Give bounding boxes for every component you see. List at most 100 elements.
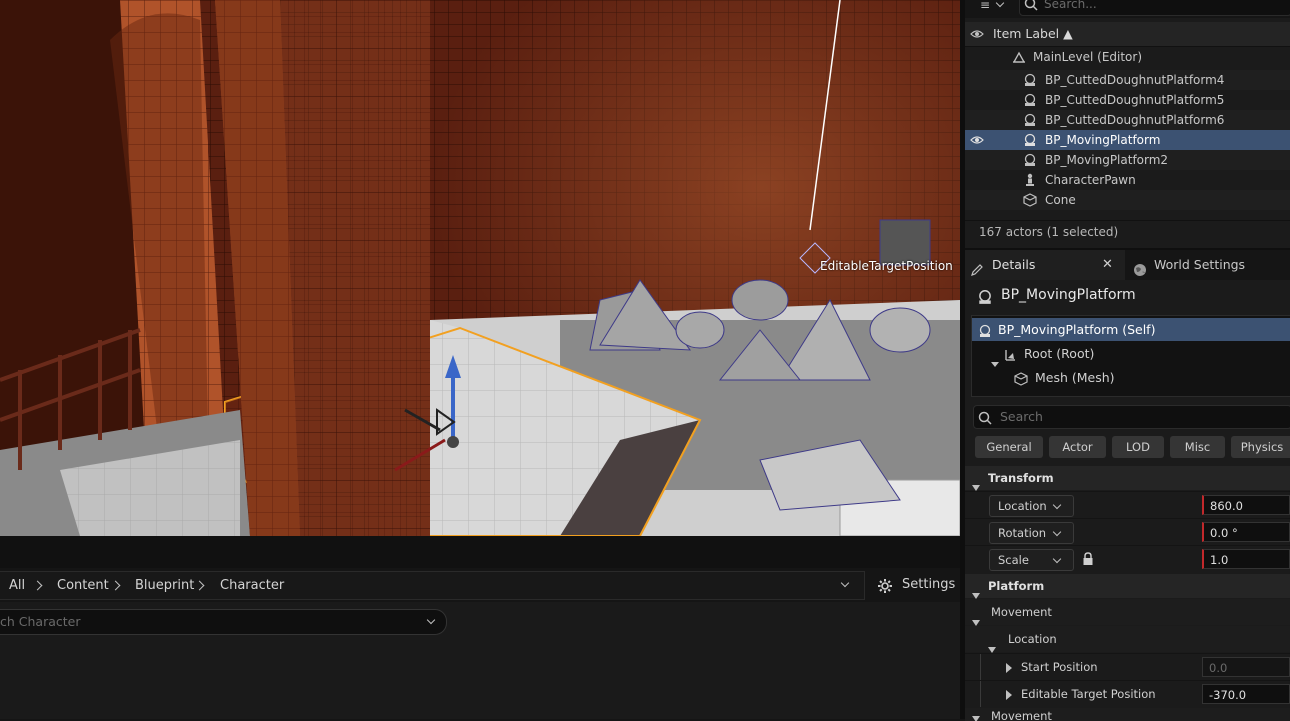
editable-target-position-field[interactable]: -370.0: [1202, 684, 1290, 704]
outliner-row-selected[interactable]: BP_MovingPlatform: [965, 130, 1290, 150]
component-self-label: BP_MovingPlatform (Self): [998, 322, 1156, 337]
world-outliner: ≡ Search... Item Label ▲ MainLevel (Edit…: [965, 0, 1290, 248]
blueprint-actor-icon: [1023, 133, 1037, 147]
chevron-down-icon: [1052, 500, 1062, 510]
globe-icon: [1133, 258, 1147, 288]
chevron-down-icon[interactable]: [426, 615, 436, 625]
blueprint-actor-icon: [1023, 113, 1037, 127]
content-browser-divider: [0, 536, 960, 568]
pawn-icon: [1023, 173, 1037, 187]
rotation-label: Rotation: [998, 526, 1047, 540]
start-position-row: Start Position 0.0: [965, 653, 1290, 680]
tree-guide: [980, 654, 981, 680]
static-mesh-icon: [1023, 193, 1037, 207]
search-icon: [978, 410, 992, 432]
scale-dropdown[interactable]: Scale: [989, 549, 1074, 571]
outliner-column-header[interactable]: Item Label ▲: [965, 22, 1290, 47]
outliner-row[interactable]: BP_MovingPlatform2: [965, 150, 1290, 170]
start-position-label: Start Position: [1021, 660, 1098, 674]
component-root-label: Root (Root): [1024, 346, 1095, 361]
component-root[interactable]: Root (Root): [972, 342, 1290, 367]
location-x-field[interactable]: 860.0: [1202, 495, 1290, 515]
editable-target-position-row: Editable Target Position -370.0: [965, 680, 1290, 707]
tree-guide: [980, 681, 981, 707]
rotation-dropdown[interactable]: Rotation: [989, 522, 1074, 544]
item-label-column[interactable]: Item Label ▲: [993, 26, 1073, 41]
pencil-icon: [970, 258, 984, 288]
actor-name[interactable]: BP_MovingPlatform: [1001, 287, 1136, 303]
chevron-down-icon: [972, 712, 980, 721]
scale-row: Scale 1.0: [965, 545, 1290, 572]
viewport-scene[interactable]: [0, 0, 960, 536]
tab-world-settings-label: World Settings: [1154, 257, 1246, 272]
search-icon: [1024, 0, 1038, 14]
tab-details[interactable]: Details ✕: [965, 250, 1125, 280]
outliner-row-label: CharacterPawn: [1045, 173, 1136, 187]
rotation-x-field[interactable]: 0.0 °: [1202, 522, 1290, 542]
filter-icon[interactable]: ≡: [980, 0, 990, 12]
outliner-status: 167 actors (1 selected): [965, 220, 1290, 243]
location-label: Location: [998, 499, 1047, 513]
chevron-right-icon[interactable]: [110, 580, 121, 591]
outliner-row[interactable]: CharacterPawn: [965, 170, 1290, 190]
chevron-down-icon: [1052, 527, 1062, 537]
breadcrumb: All Content Blueprint Character: [0, 571, 865, 600]
breadcrumb-all[interactable]: All: [9, 572, 25, 599]
chevron-down-icon[interactable]: [995, 0, 1005, 8]
location-dropdown[interactable]: Location: [989, 495, 1074, 517]
static-mesh-icon: [1014, 370, 1028, 393]
outliner-row[interactable]: BP_CuttedDoughnutPlatform6: [965, 110, 1290, 130]
outliner-level-row[interactable]: MainLevel (Editor): [965, 47, 1290, 67]
visibility-eye-icon[interactable]: [970, 27, 984, 44]
lock-icon[interactable]: [1082, 552, 1094, 569]
outliner-row[interactable]: BP_CuttedDoughnutPlatform4: [965, 70, 1290, 90]
content-search-input[interactable]: ch Character: [0, 609, 447, 635]
transform-header: Transform: [988, 471, 1054, 485]
outliner-row[interactable]: Cone: [965, 190, 1290, 210]
platform-category[interactable]: Platform: [965, 574, 1290, 599]
movement-category[interactable]: Movement: [965, 599, 1290, 626]
movement-category-2[interactable]: Movement: [965, 708, 1290, 721]
filter-general-button[interactable]: General: [975, 436, 1043, 458]
component-mesh-label: Mesh (Mesh): [1035, 370, 1115, 385]
component-mesh[interactable]: Mesh (Mesh): [972, 366, 1290, 389]
filter-misc-button[interactable]: Misc: [1170, 436, 1225, 458]
filter-physics-button[interactable]: Physics: [1231, 436, 1290, 458]
tab-details-label: Details: [992, 257, 1036, 272]
chevron-right-icon[interactable]: [194, 580, 205, 591]
location-subcategory[interactable]: Location: [965, 626, 1290, 653]
outliner-row[interactable]: BP_CuttedDoughnutPlatform5: [965, 90, 1290, 110]
transform-category[interactable]: Transform: [965, 466, 1290, 491]
start-position-field[interactable]: 0.0: [1202, 657, 1290, 677]
close-icon[interactable]: ✕: [1102, 250, 1113, 280]
chevron-right-icon[interactable]: [1006, 662, 1012, 676]
level-viewport[interactable]: EditableTargetPosition: [0, 0, 960, 536]
platform-header: Platform: [988, 579, 1045, 593]
outliner-row-label: BP_CuttedDoughnutPlatform6: [1045, 113, 1225, 127]
outliner-row-label: Cone: [1045, 193, 1076, 207]
tab-world-settings[interactable]: World Settings: [1127, 250, 1290, 280]
filter-lod-button[interactable]: LOD: [1112, 436, 1164, 458]
chevron-right-icon[interactable]: [1006, 689, 1012, 703]
location-row: Location 860.0: [965, 491, 1290, 518]
chevron-right-icon[interactable]: [32, 580, 43, 591]
blueprint-actor-icon: [1023, 73, 1037, 87]
level-label: MainLevel (Editor): [1033, 50, 1143, 64]
settings-button[interactable]: Settings: [870, 571, 960, 598]
breadcrumb-character[interactable]: Character: [220, 572, 284, 599]
editable-target-position-label: EditableTargetPosition: [820, 259, 953, 273]
breadcrumb-content[interactable]: Content: [57, 572, 109, 599]
details-tabbar: Details ✕ World Settings: [965, 250, 1290, 280]
chevron-down-icon[interactable]: [840, 578, 850, 588]
filter-actor-button[interactable]: Actor: [1049, 436, 1106, 458]
movement-label: Movement: [991, 605, 1052, 619]
content-search-placeholder: ch Character: [0, 614, 81, 629]
details-search-input[interactable]: Search: [973, 405, 1290, 429]
breadcrumb-blueprint[interactable]: Blueprint: [135, 572, 194, 599]
blueprint-actor-icon: [1023, 93, 1037, 107]
component-self[interactable]: BP_MovingPlatform (Self): [972, 318, 1290, 341]
editable-target-position-label: Editable Target Position: [1021, 687, 1156, 701]
actor-count: 167 actors (1 selected): [979, 225, 1119, 239]
scale-x-field[interactable]: 1.0: [1202, 549, 1290, 569]
outliner-search-input[interactable]: Search...: [1019, 0, 1290, 16]
